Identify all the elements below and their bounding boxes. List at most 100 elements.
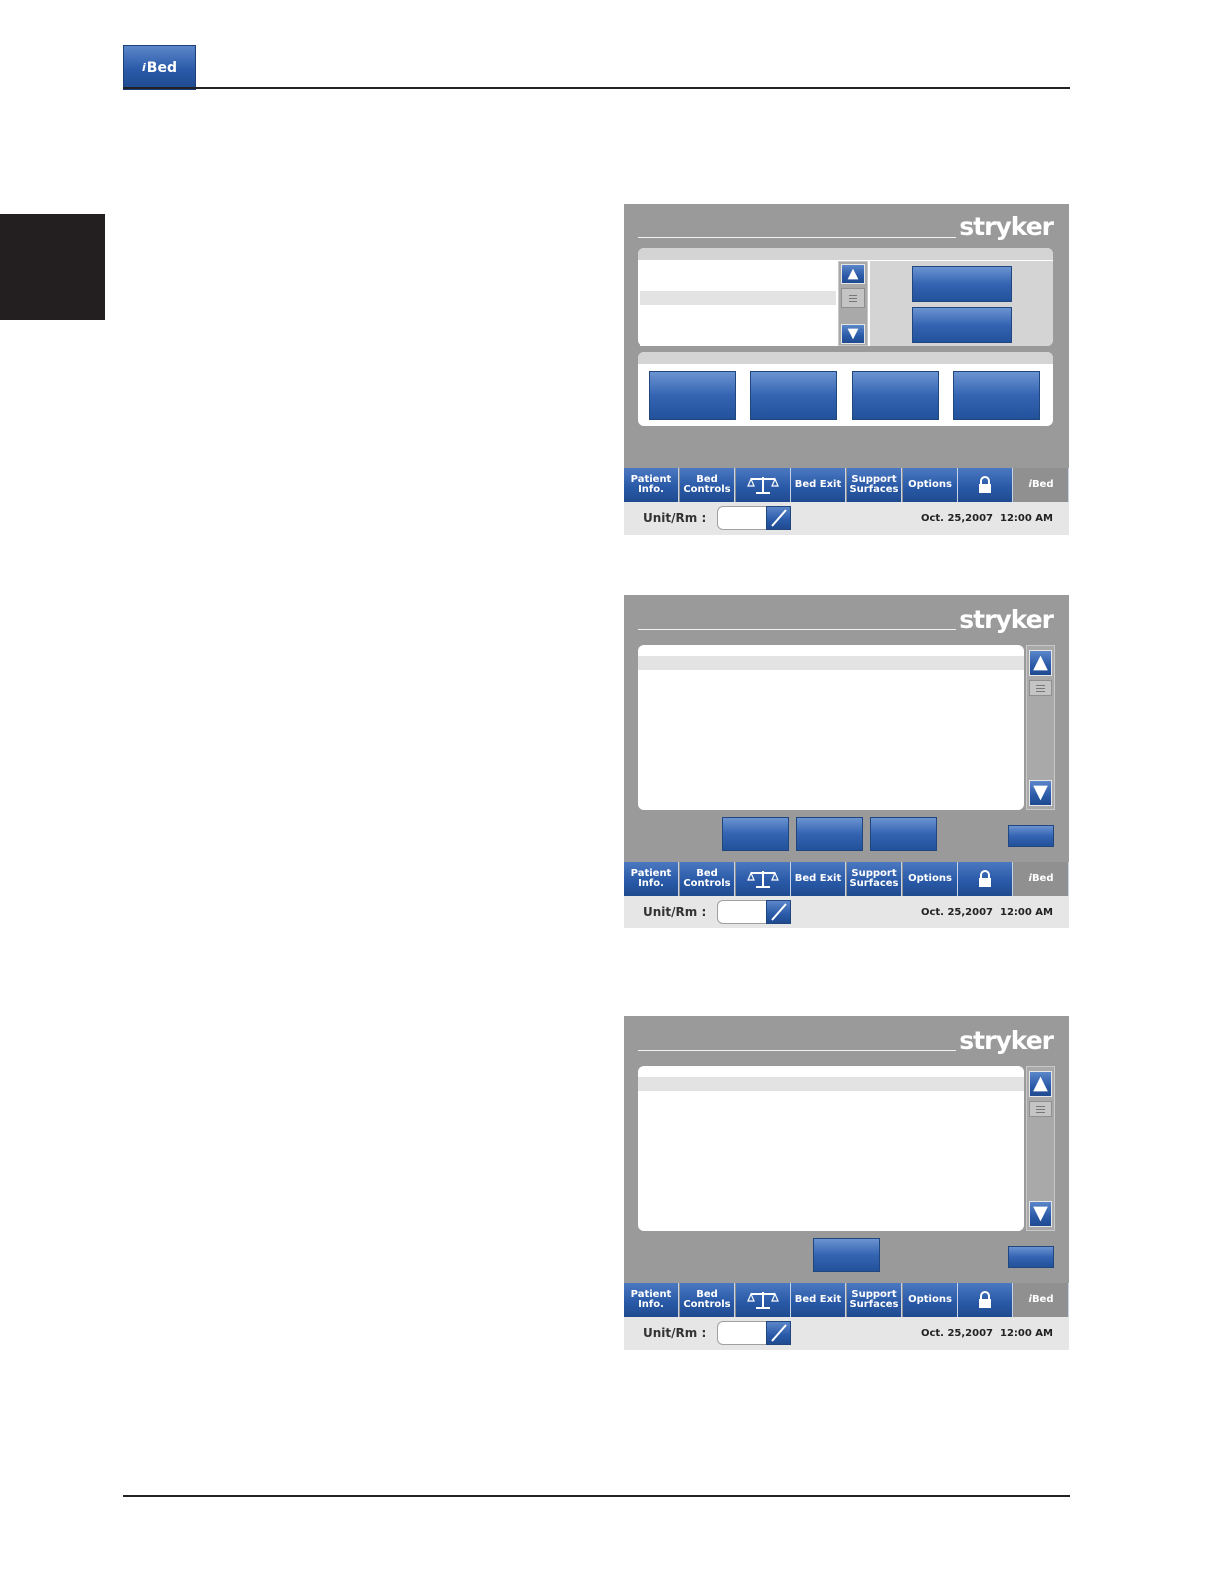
tab-bed-exit[interactable]: Bed Exit <box>791 468 846 502</box>
tab-patient-info[interactable]: Patient Info. <box>624 1283 679 1317</box>
status-bar: Unit/Rm : Oct. 25,2007 12:00 AM <box>624 502 1069 535</box>
scroll-thumb[interactable] <box>1029 680 1052 696</box>
ibed-indicator: iBed <box>1014 862 1069 896</box>
nav-tabbar: Patient Info. Bed Controls Bed Exit Suppor… <box>624 468 1069 502</box>
list-item-selected[interactable] <box>640 291 836 305</box>
tab-lock[interactable] <box>958 468 1013 502</box>
stryker-logo: stryker <box>959 605 1054 634</box>
section-tab <box>0 214 105 320</box>
unit-room-field[interactable] <box>717 1321 767 1345</box>
list-panel[interactable] <box>638 645 1024 810</box>
tab-support-surfaces[interactable]: Support Surfaces <box>847 1283 902 1317</box>
scroll-down-button[interactable] <box>1029 780 1052 806</box>
ibed-logo: i Bed <box>123 45 196 90</box>
tab-patient-info[interactable]: Patient Info. <box>624 862 679 896</box>
tab-bed-controls[interactable]: Bed Controls <box>680 468 735 502</box>
unit-room-field[interactable] <box>717 900 767 924</box>
scrollbar[interactable] <box>1026 645 1055 810</box>
tab-support-surfaces[interactable]: Support Surfaces <box>847 862 902 896</box>
upper-panel <box>638 248 1053 346</box>
action-button-3[interactable] <box>870 817 937 851</box>
tab-scale[interactable] <box>736 1283 791 1317</box>
arrow-up-icon <box>847 268 859 280</box>
unit-room-field[interactable] <box>717 506 767 530</box>
option-button-3[interactable] <box>852 371 939 420</box>
scroll-up-button[interactable] <box>1029 1071 1052 1097</box>
scale-icon <box>747 1292 779 1309</box>
lower-panel <box>638 352 1053 426</box>
date-time: Oct. 25,2007 12:00 AM <box>921 907 1053 918</box>
title-line <box>638 629 956 630</box>
unit-room-label: Unit/Rm : <box>643 905 707 919</box>
tab-options[interactable]: Options <box>903 468 958 502</box>
edit-icon <box>771 903 787 921</box>
list-item-selected[interactable] <box>638 656 1024 670</box>
footer-rule <box>123 1495 1070 1497</box>
ibed-indicator: iBed <box>1014 1283 1069 1317</box>
tab-lock[interactable] <box>958 862 1013 896</box>
tab-lock[interactable] <box>958 1283 1013 1317</box>
date-text: Oct. 25,2007 <box>920 907 994 918</box>
title-line <box>638 237 956 238</box>
edit-icon <box>771 1324 787 1342</box>
tab-options[interactable]: Options <box>903 1283 958 1317</box>
option-button-1[interactable] <box>649 371 736 420</box>
time-text: 12:00 AM <box>999 1328 1053 1339</box>
edit-unit-button[interactable] <box>766 1321 791 1345</box>
scrollbar[interactable] <box>1026 1066 1055 1231</box>
screen-1: stryker Patient Info. Bed Controls Bed E… <box>624 204 1069 535</box>
screen-2: stryker Patient Info. Bed Controls Bed E… <box>624 595 1069 928</box>
arrow-down-icon <box>847 328 859 340</box>
scrollbar[interactable] <box>838 261 868 346</box>
status-bar: Unit/Rm : Oct. 25,2007 12:00 AM <box>624 896 1069 928</box>
scroll-thumb[interactable] <box>841 288 865 308</box>
tab-bed-exit[interactable]: Bed Exit <box>791 862 846 896</box>
tab-options[interactable]: Options <box>903 862 958 896</box>
arrow-up-icon <box>1033 655 1048 671</box>
scroll-up-button[interactable] <box>1029 650 1052 676</box>
edit-unit-button[interactable] <box>766 506 791 530</box>
action-button[interactable] <box>813 1238 880 1272</box>
title-line <box>638 1050 956 1051</box>
small-action-button[interactable] <box>1008 825 1054 847</box>
tab-bed-controls[interactable]: Bed Controls <box>680 862 735 896</box>
ibed-logo-text: Bed <box>146 59 177 76</box>
edit-icon <box>771 509 787 527</box>
list-box[interactable] <box>640 261 836 346</box>
scroll-down-button[interactable] <box>841 324 865 344</box>
action-button-1[interactable] <box>722 817 789 851</box>
scroll-thumb[interactable] <box>1029 1101 1052 1117</box>
scale-icon <box>747 871 779 888</box>
scroll-up-button[interactable] <box>841 264 865 284</box>
action-button-2[interactable] <box>796 817 863 851</box>
panel-header <box>638 352 1053 364</box>
header-rule <box>123 87 1070 89</box>
date-text: Oct. 25,2007 <box>920 513 994 524</box>
panel-header <box>638 248 1053 260</box>
tab-patient-info[interactable]: Patient Info. <box>624 468 679 502</box>
stryker-logo: stryker <box>959 212 1054 241</box>
tab-bed-exit[interactable]: Bed Exit <box>791 1283 846 1317</box>
lock-icon <box>979 476 991 493</box>
option-button-4[interactable] <box>953 371 1040 420</box>
list-panel[interactable] <box>638 1066 1024 1231</box>
scroll-down-button[interactable] <box>1029 1201 1052 1227</box>
nav-tabbar: Patient Info. Bed Controls Bed Exit Suppor… <box>624 862 1069 896</box>
scale-icon <box>747 477 779 494</box>
date-time: Oct. 25,2007 12:00 AM <box>921 513 1053 524</box>
time-text: 12:00 AM <box>999 907 1053 918</box>
action-button-2[interactable] <box>912 307 1012 343</box>
list-item-selected[interactable] <box>638 1077 1024 1091</box>
edit-unit-button[interactable] <box>766 900 791 924</box>
unit-room-label: Unit/Rm : <box>643 511 707 525</box>
tab-scale[interactable] <box>736 862 791 896</box>
ibed-logo-prefix: i <box>142 61 146 74</box>
tab-scale[interactable] <box>736 468 791 502</box>
tab-bed-controls[interactable]: Bed Controls <box>680 1283 735 1317</box>
small-action-button[interactable] <box>1008 1246 1054 1268</box>
tab-support-surfaces[interactable]: Support Surfaces <box>847 468 902 502</box>
option-button-2[interactable] <box>750 371 837 420</box>
lock-icon <box>979 1291 991 1308</box>
nav-tabbar: Patient Info. Bed Controls Bed Exit Suppor… <box>624 1283 1069 1317</box>
action-button-1[interactable] <box>912 266 1012 302</box>
